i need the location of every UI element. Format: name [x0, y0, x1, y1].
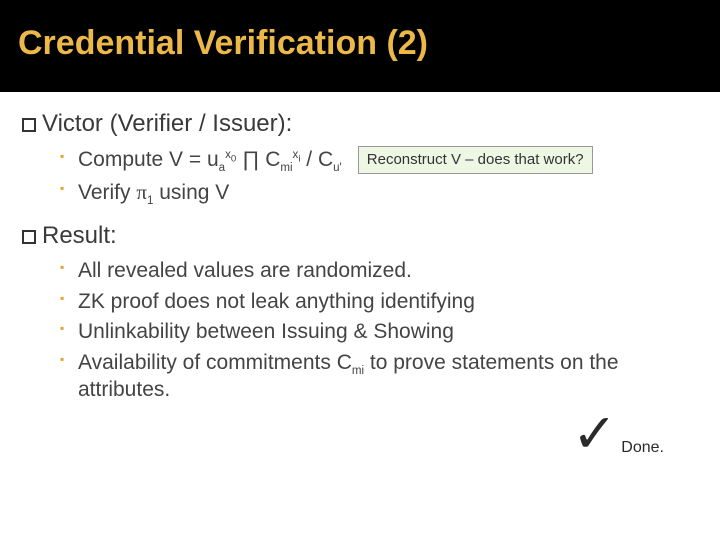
reconstruct-note: Reconstruct V – does that work?: [358, 146, 593, 174]
result-item: ZK proof does not leak anything identify…: [60, 289, 698, 316]
compute-formula: Compute V = uax0 ∏ Cmixi / Cu': [78, 146, 342, 174]
square-bullet-icon: [22, 118, 36, 132]
compute-prefix: Compute V = u: [78, 148, 219, 171]
compute-item: Compute V = uax0 ∏ Cmixi / Cu' Reconstru…: [60, 146, 698, 174]
verify-pi: π: [136, 180, 147, 204]
verify-prefix: Verify: [78, 181, 136, 204]
section-result-text: Result:: [42, 222, 117, 249]
done-row: ✓ Done.: [22, 418, 698, 459]
slide-title: Credential Verification (2): [18, 24, 702, 63]
compute-div: / C: [300, 148, 333, 171]
section-victor-head: Victor (Verifier / Issuer):: [22, 110, 698, 138]
square-bullet-icon: [22, 230, 36, 244]
title-bar: Credential Verification (2): [0, 0, 720, 89]
section-victor-text: Victor (Verifier / Issuer):: [42, 110, 292, 137]
compute-prod: ∏ C: [236, 148, 280, 171]
compute-sup-x0: x0: [225, 149, 236, 161]
result-item: All revealed values are randomized.: [60, 258, 698, 285]
compute-sub-a: a: [219, 162, 225, 174]
result4-prefix: Availability of commitments C: [78, 351, 352, 374]
compute-cu-sub: u': [333, 162, 342, 174]
verify-suffix: using V: [153, 181, 229, 204]
result-sublist: All revealed values are randomized. ZK p…: [60, 258, 698, 404]
verify-item: Verify π1 using V: [60, 178, 698, 207]
slide-content: Victor (Verifier / Issuer): Compute V = …: [0, 92, 720, 469]
victor-sublist: Compute V = uax0 ∏ Cmixi / Cu' Reconstru…: [60, 146, 698, 208]
done-text: Done.: [621, 439, 664, 459]
compute-cm-sub: mi: [280, 162, 292, 174]
section-result-head: Result:: [22, 222, 698, 250]
check-icon: ✓: [572, 418, 617, 450]
result-item: Unlinkability between Issuing & Showing: [60, 319, 698, 346]
result-item-commitments: Availability of commitments Cmi to prove…: [60, 350, 698, 404]
result4-sub: mi: [352, 366, 364, 378]
